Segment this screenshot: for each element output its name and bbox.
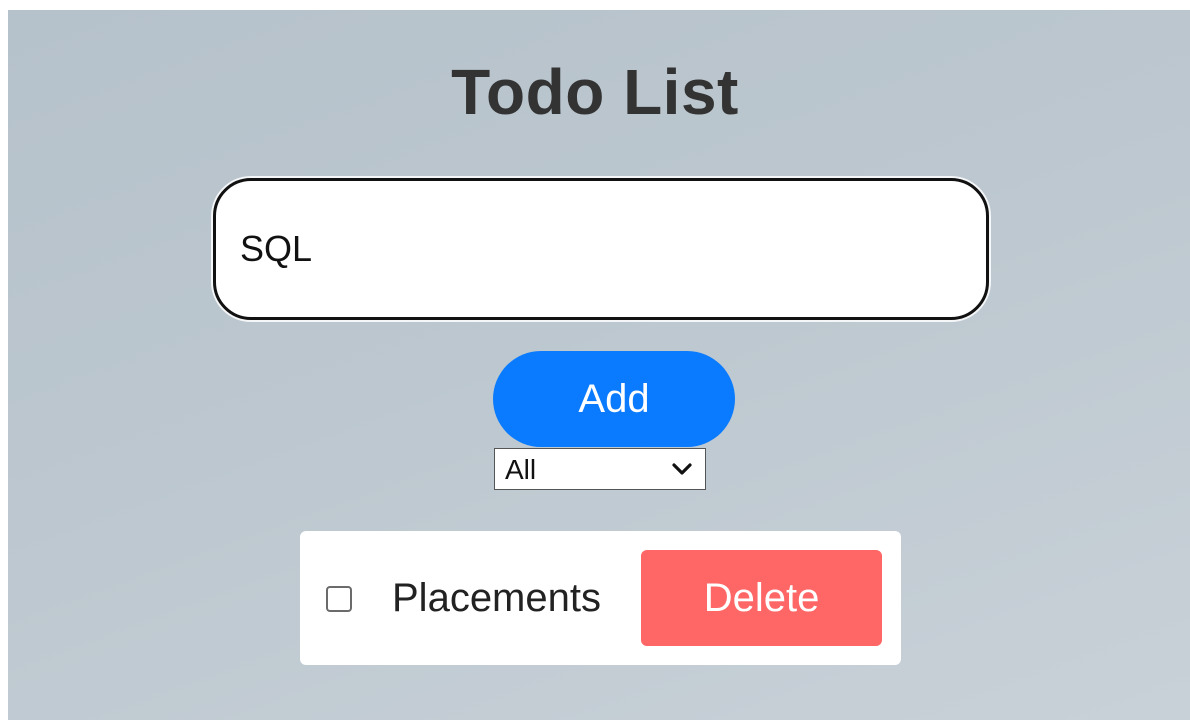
todo-app: Todo List Add All Placements Delete bbox=[8, 10, 1190, 720]
todo-text: Placements bbox=[392, 576, 601, 620]
todo-checkbox[interactable] bbox=[326, 586, 352, 612]
add-button[interactable]: Add bbox=[493, 351, 735, 447]
page-title: Todo List bbox=[451, 56, 739, 128]
filter-select[interactable]: All bbox=[495, 449, 705, 489]
delete-button[interactable]: Delete bbox=[641, 550, 882, 646]
todo-input[interactable] bbox=[213, 178, 989, 320]
todo-item: Placements Delete bbox=[300, 531, 901, 665]
filter-dropdown[interactable]: All bbox=[494, 448, 706, 490]
